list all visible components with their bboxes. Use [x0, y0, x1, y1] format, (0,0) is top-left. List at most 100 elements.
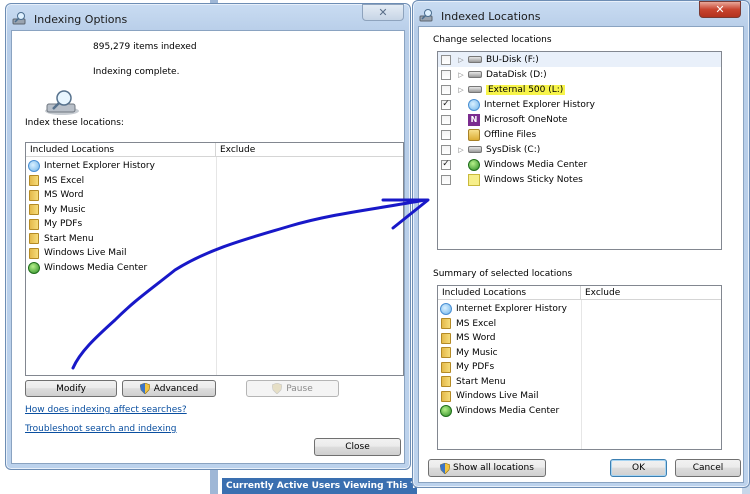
pause-button[interactable]: Pause	[246, 380, 339, 397]
location-checkbox[interactable]: ✓	[441, 99, 451, 110]
folder-icon	[441, 390, 451, 402]
location-checkbox[interactable]	[441, 144, 451, 155]
list-header: Included Locations Exclude	[438, 286, 721, 300]
location-checkbox[interactable]	[441, 114, 451, 125]
column-included-locations[interactable]: Included Locations	[26, 143, 216, 157]
folder-icon	[441, 347, 451, 358]
window-title: Indexed Locations	[441, 9, 541, 23]
indexed-locations-window: Indexed Locations ✕ Change selected loca…	[412, 0, 750, 488]
index-locations-label: Index these locations:	[25, 118, 124, 128]
media-center-icon	[440, 404, 452, 417]
list-item[interactable]: Windows Live Mail	[28, 246, 127, 260]
media-center-icon	[28, 261, 40, 274]
folder-icon	[29, 247, 39, 259]
folder-icon	[29, 233, 39, 244]
list-item[interactable]: Start Menu	[440, 375, 506, 389]
drive-icon	[468, 86, 482, 93]
list-item[interactable]: Start Menu	[28, 232, 94, 246]
list-item[interactable]: My PDFs	[28, 217, 82, 231]
column-exclude[interactable]: Exclude	[581, 286, 721, 300]
list-item[interactable]: MS Word	[440, 331, 495, 345]
included-locations-list[interactable]: Included Locations Exclude Internet Expl…	[25, 142, 404, 376]
tree-item[interactable]: ✓ Windows Media Center	[440, 157, 587, 172]
indexed-locations-client: Change selected locations ▷ BU-Disk (F:) …	[418, 26, 744, 483]
show-all-locations-button[interactable]: Show all locations	[428, 459, 546, 477]
window-title: Indexing Options	[34, 12, 128, 26]
media-center-icon	[468, 158, 480, 171]
shield-icon	[440, 462, 451, 474]
expand-arrow-icon[interactable]: ▷	[457, 56, 465, 64]
list-item[interactable]: Internet Explorer History	[28, 159, 155, 173]
list-item[interactable]: MS Word	[28, 188, 83, 202]
modify-button[interactable]: Modify	[25, 380, 117, 397]
troubleshoot-link[interactable]: Troubleshoot search and indexing	[25, 424, 177, 434]
expand-arrow-icon[interactable]: ▷	[457, 71, 465, 79]
folder-icon	[29, 218, 39, 230]
list-item[interactable]: My Music	[440, 346, 498, 360]
change-locations-label: Change selected locations	[433, 35, 552, 45]
folder-icon	[441, 318, 451, 329]
tree-item[interactable]: ▷ External 500 (L:)	[440, 82, 566, 97]
folder-icon	[441, 332, 451, 344]
location-checkbox[interactable]: ✓	[441, 159, 451, 170]
how-indexing-link[interactable]: How does indexing affect searches?	[25, 405, 187, 415]
indexed-locations-titlebar[interactable]: Indexed Locations	[419, 5, 743, 27]
list-item[interactable]: Windows Media Center	[440, 404, 559, 418]
onenote-icon: N	[468, 113, 480, 126]
list-item[interactable]: My PDFs	[440, 360, 494, 374]
tree-item[interactable]: ▷ SysDisk (C:)	[440, 142, 540, 157]
close-window-button[interactable]: ✕	[362, 4, 404, 21]
expand-arrow-icon[interactable]: ▷	[457, 86, 465, 94]
column-divider	[581, 300, 582, 449]
list-item[interactable]: MS Excel	[440, 317, 496, 331]
close-window-button[interactable]: ✕	[699, 1, 741, 18]
tree-item[interactable]: ▷ DataDisk (D:)	[440, 67, 547, 82]
advanced-button-label: Advanced	[153, 383, 199, 394]
tree-item[interactable]: ✓ Internet Explorer History	[440, 97, 595, 112]
drive-icon	[468, 71, 482, 78]
highlighted-location: External 500 (L:)	[486, 84, 566, 95]
indexing-options-icon	[419, 9, 433, 22]
cancel-button[interactable]: Cancel	[675, 459, 741, 477]
column-exclude[interactable]: Exclude	[216, 143, 403, 157]
folder-icon	[29, 204, 39, 215]
location-checkbox[interactable]	[441, 69, 451, 80]
list-item[interactable]: Windows Media Center	[28, 261, 147, 275]
indexing-options-icon	[12, 12, 26, 25]
ie-icon	[440, 303, 452, 315]
list-header: Included Locations Exclude	[26, 143, 403, 157]
close-button[interactable]: Close	[314, 438, 401, 456]
summary-locations-list[interactable]: Included Locations Exclude Internet Expl…	[437, 285, 722, 450]
advanced-button[interactable]: Advanced	[122, 380, 216, 397]
sticky-notes-icon	[468, 173, 480, 186]
show-all-locations-label: Show all locations	[453, 463, 534, 473]
ok-button[interactable]: OK	[610, 459, 667, 477]
column-included-locations[interactable]: Included Locations	[438, 286, 581, 300]
folder-icon	[441, 361, 451, 373]
tree-item[interactable]: N Microsoft OneNote	[440, 112, 567, 127]
expand-arrow-icon[interactable]: ▷	[457, 146, 465, 154]
background-forum-bar: Currently Active Users Viewing This Thre	[222, 478, 417, 494]
summary-locations-label: Summary of selected locations	[433, 269, 573, 279]
tree-item[interactable]: Windows Sticky Notes	[440, 172, 583, 187]
location-checkbox[interactable]	[441, 54, 451, 65]
column-divider	[216, 157, 217, 375]
location-checkbox[interactable]	[441, 84, 451, 95]
folder-icon	[29, 175, 39, 186]
location-checkbox[interactable]	[441, 174, 451, 185]
indexing-options-titlebar[interactable]: Indexing Options	[12, 8, 404, 30]
tree-item[interactable]: ▷ BU-Disk (F:)	[438, 52, 721, 67]
items-indexed-count: 895,279 items indexed	[93, 42, 197, 52]
location-checkbox[interactable]	[441, 129, 451, 140]
tree-item[interactable]: Offline Files	[440, 127, 536, 142]
indexing-status: Indexing complete.	[93, 67, 180, 77]
list-item[interactable]: My Music	[28, 203, 86, 217]
locations-tree[interactable]: ▷ BU-Disk (F:) ▷ DataDisk (D:) ▷ External 5…	[437, 51, 722, 250]
list-item[interactable]: MS Excel	[28, 174, 84, 188]
list-item[interactable]: Internet Explorer History	[440, 302, 567, 316]
list-item[interactable]: Windows Live Mail	[440, 389, 539, 403]
indexing-options-window: Indexing Options ✕ 895,279 items indexed…	[5, 3, 411, 470]
indexing-options-client: 895,279 items indexed Indexing complete.…	[11, 30, 405, 464]
ie-icon	[28, 160, 40, 172]
drive-icon	[468, 56, 482, 63]
